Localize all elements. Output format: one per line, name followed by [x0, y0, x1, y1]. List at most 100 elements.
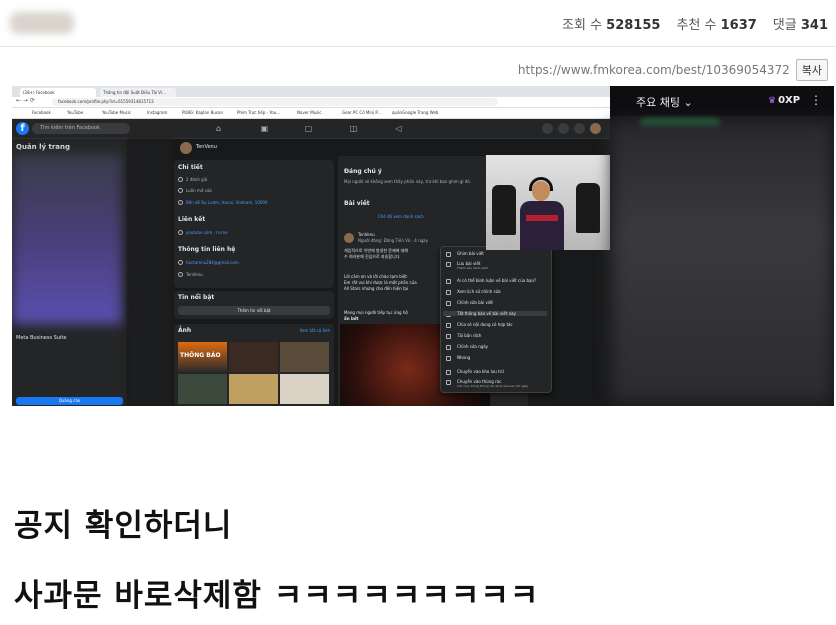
menu-item-highlighted: Tắt thông báo về bài viết này	[443, 311, 547, 316]
embedded-screenshot: (28+) Facebook Thông tin đội Suất Điều T…	[12, 86, 834, 406]
post-header: 조회 수 528155 추천 수 1637 댓글 341	[0, 0, 836, 47]
bell-icon	[574, 123, 585, 134]
watch-icon: ▣	[260, 124, 269, 133]
profile-avatar	[590, 123, 601, 134]
webcam-overlay	[486, 155, 610, 250]
featured-card: Tin nổi bật Thêm tin nổi bật	[174, 291, 334, 319]
views-stat: 조회 수 528155	[562, 18, 661, 33]
bookmark: Gear PC Cỡ Mini P...	[342, 110, 381, 115]
nav-arrows-icon: ← → ⟳	[16, 97, 35, 104]
post-text-line: Mong mọi người tiếp tục ủng hộ	[344, 310, 408, 315]
links-title: Liên kết	[178, 216, 206, 223]
blurred-region	[12, 154, 122, 324]
bookmark: YouTube	[67, 110, 84, 115]
manage-page-title: Quản lý trang	[16, 143, 70, 151]
post-url-row: https://www.fmkorea.com/best/10369054372…	[518, 59, 828, 81]
notice-text: Mọi người sẽ không xem thấy phần này, tr…	[344, 179, 471, 184]
copy-url-button[interactable]: 복사	[795, 59, 828, 81]
bookmark: quảnGoogle Trang Web	[392, 110, 439, 115]
chat-header: 주요 채팅 ⌄ ♛ 0XP ⋮	[610, 86, 834, 116]
messenger-icon	[178, 272, 183, 277]
bookmark: Phim Trực tiếp - You...	[237, 110, 281, 115]
photo-thumb	[280, 374, 329, 404]
post-author-avatar	[344, 233, 354, 243]
blurred-chat	[612, 122, 832, 402]
photo-thumb-text: THÔNG BÁO	[180, 352, 221, 359]
home-icon: ⌂	[215, 124, 222, 133]
menu-item: Xem lịch sử chỉnh sửa	[457, 289, 501, 294]
menu-item: Ghim bài viết	[457, 251, 484, 256]
stream-chat-panel: 주요 채팅 ⌄ ♛ 0XP ⋮	[610, 86, 834, 406]
share-icon	[446, 323, 451, 328]
link-icon	[178, 230, 183, 235]
add-featured-button: Thêm tin nổi bật	[178, 306, 330, 315]
post-text-line: All Stars nhưng cho đến hiện tại	[344, 286, 409, 291]
photos-title: Ảnh	[178, 327, 192, 334]
post-text-line: Em rất vui khi được là một phần của	[344, 280, 417, 285]
link-item: youtube.com · m.me	[186, 230, 228, 235]
bookmark: Naver Music	[297, 110, 322, 115]
bookmark: Facebook	[32, 110, 51, 115]
facebook-top-bar: f Tìm kiếm trên Facebook ⌂ ▣ ▢ ◫ ◁	[12, 119, 610, 139]
meta-business-suite: Meta Business Suite	[16, 335, 67, 341]
menu-item: Nhúng	[457, 355, 471, 360]
chat-mode-dropdown: 주요 채팅 ⌄	[636, 96, 693, 109]
notice-title: Đáng chú ý	[344, 168, 382, 175]
more-options-icon: ⋮	[810, 93, 822, 107]
photo-thumb	[229, 342, 278, 372]
menu-item: Chuyển vào kho lưu trữ	[457, 369, 504, 374]
facebook-left-panel: Quản lý trang Meta Business Suite Quảng …	[12, 139, 127, 406]
streamer-body	[520, 201, 564, 250]
photos-card: Ảnh Xem tất cả ảnh THÔNG BÁO	[174, 324, 334, 406]
comments-stat[interactable]: 댓글 341	[773, 14, 828, 33]
posts-title: Bài viết	[344, 200, 370, 207]
bookmark: Instagram	[147, 110, 168, 115]
menu-item: Chia sẻ nội dung có hợp tác	[457, 322, 513, 327]
post-body-line: 공지 확인하더니	[14, 508, 233, 544]
bookmark: PUBG: Kaplan Busan	[182, 110, 223, 115]
post-url[interactable]: https://www.fmkorea.com/best/10369054372	[518, 63, 790, 77]
clock-icon	[178, 188, 183, 193]
bookmark: YouTube Music	[102, 110, 131, 115]
browser-tab: (28+) Facebook	[20, 88, 96, 97]
post-body-line: 사과문 바로삭제함 ㅋㅋㅋㅋㅋㅋㅋㅋㅋ	[14, 578, 540, 614]
mail-icon	[178, 260, 183, 265]
translate-icon	[446, 334, 451, 339]
embed-icon	[446, 356, 451, 361]
menu-item: Ai có thể bình luận về bài viết của bạn?	[457, 278, 537, 283]
blurred-region	[127, 139, 172, 406]
address-field: facebook.com/profile.php?id=615593148157…	[52, 98, 498, 106]
marketplace-icon: ◫	[349, 124, 358, 133]
bookmarks-bar: Facebook YouTube YouTube Music Instagram…	[12, 108, 610, 119]
menu-subtext: Các mục trong thùng rác sẽ bị xóa sau 30…	[457, 384, 529, 388]
facebook-search: Tìm kiếm trên Facebook	[32, 123, 130, 134]
post-stats: 조회 수 528155 추천 수 1637 댓글 341	[562, 14, 828, 33]
browser-tab-strip: (28+) Facebook Thông tin đội Suất Điều T…	[12, 86, 610, 97]
post-text-line: 수 여러분께 진심으로 죄송합니다.	[344, 254, 401, 259]
crown-icon: ♛	[768, 96, 777, 106]
browser-tab: Thông tin đội Suất Điều Tài Vi...	[100, 88, 176, 97]
featured-title: Tin nổi bật	[178, 294, 215, 301]
page-name: TenVenu	[196, 144, 217, 150]
detail-item: 2 đánh giá	[186, 177, 208, 182]
see-all-photos: Xem tất cả ảnh	[299, 328, 331, 333]
contact-title: Thông tin liên hệ	[178, 246, 236, 253]
post-meta: Người đăng: Đăng Tiến Vũ · 4 ngày	[358, 238, 428, 243]
star-icon	[178, 177, 183, 182]
pin-icon	[446, 252, 451, 257]
groups-icon: ▢	[304, 124, 313, 133]
archive-icon	[446, 370, 451, 375]
contact-item: TenVenu	[186, 272, 203, 277]
facebook-logo-icon: f	[16, 122, 29, 135]
facebook-window: (28+) Facebook Thông tin đội Suất Điều T…	[12, 86, 610, 406]
location-icon	[178, 200, 183, 205]
comment-icon	[446, 279, 451, 284]
ads-button: Quảng cáo	[16, 397, 123, 405]
list-view-tab: Chế độ xem danh sách	[378, 214, 424, 219]
browser-address-bar: ← → ⟳ facebook.com/profile.php?id=615593…	[12, 97, 610, 108]
contact-item: hoctamnu284@gmail.com	[186, 260, 239, 265]
post-author: TenVenu	[358, 232, 375, 237]
menu-item: Chỉnh sửa ngày	[457, 344, 489, 349]
gaming-chair	[576, 183, 600, 233]
xp-counter: ♛ 0XP	[768, 95, 801, 106]
